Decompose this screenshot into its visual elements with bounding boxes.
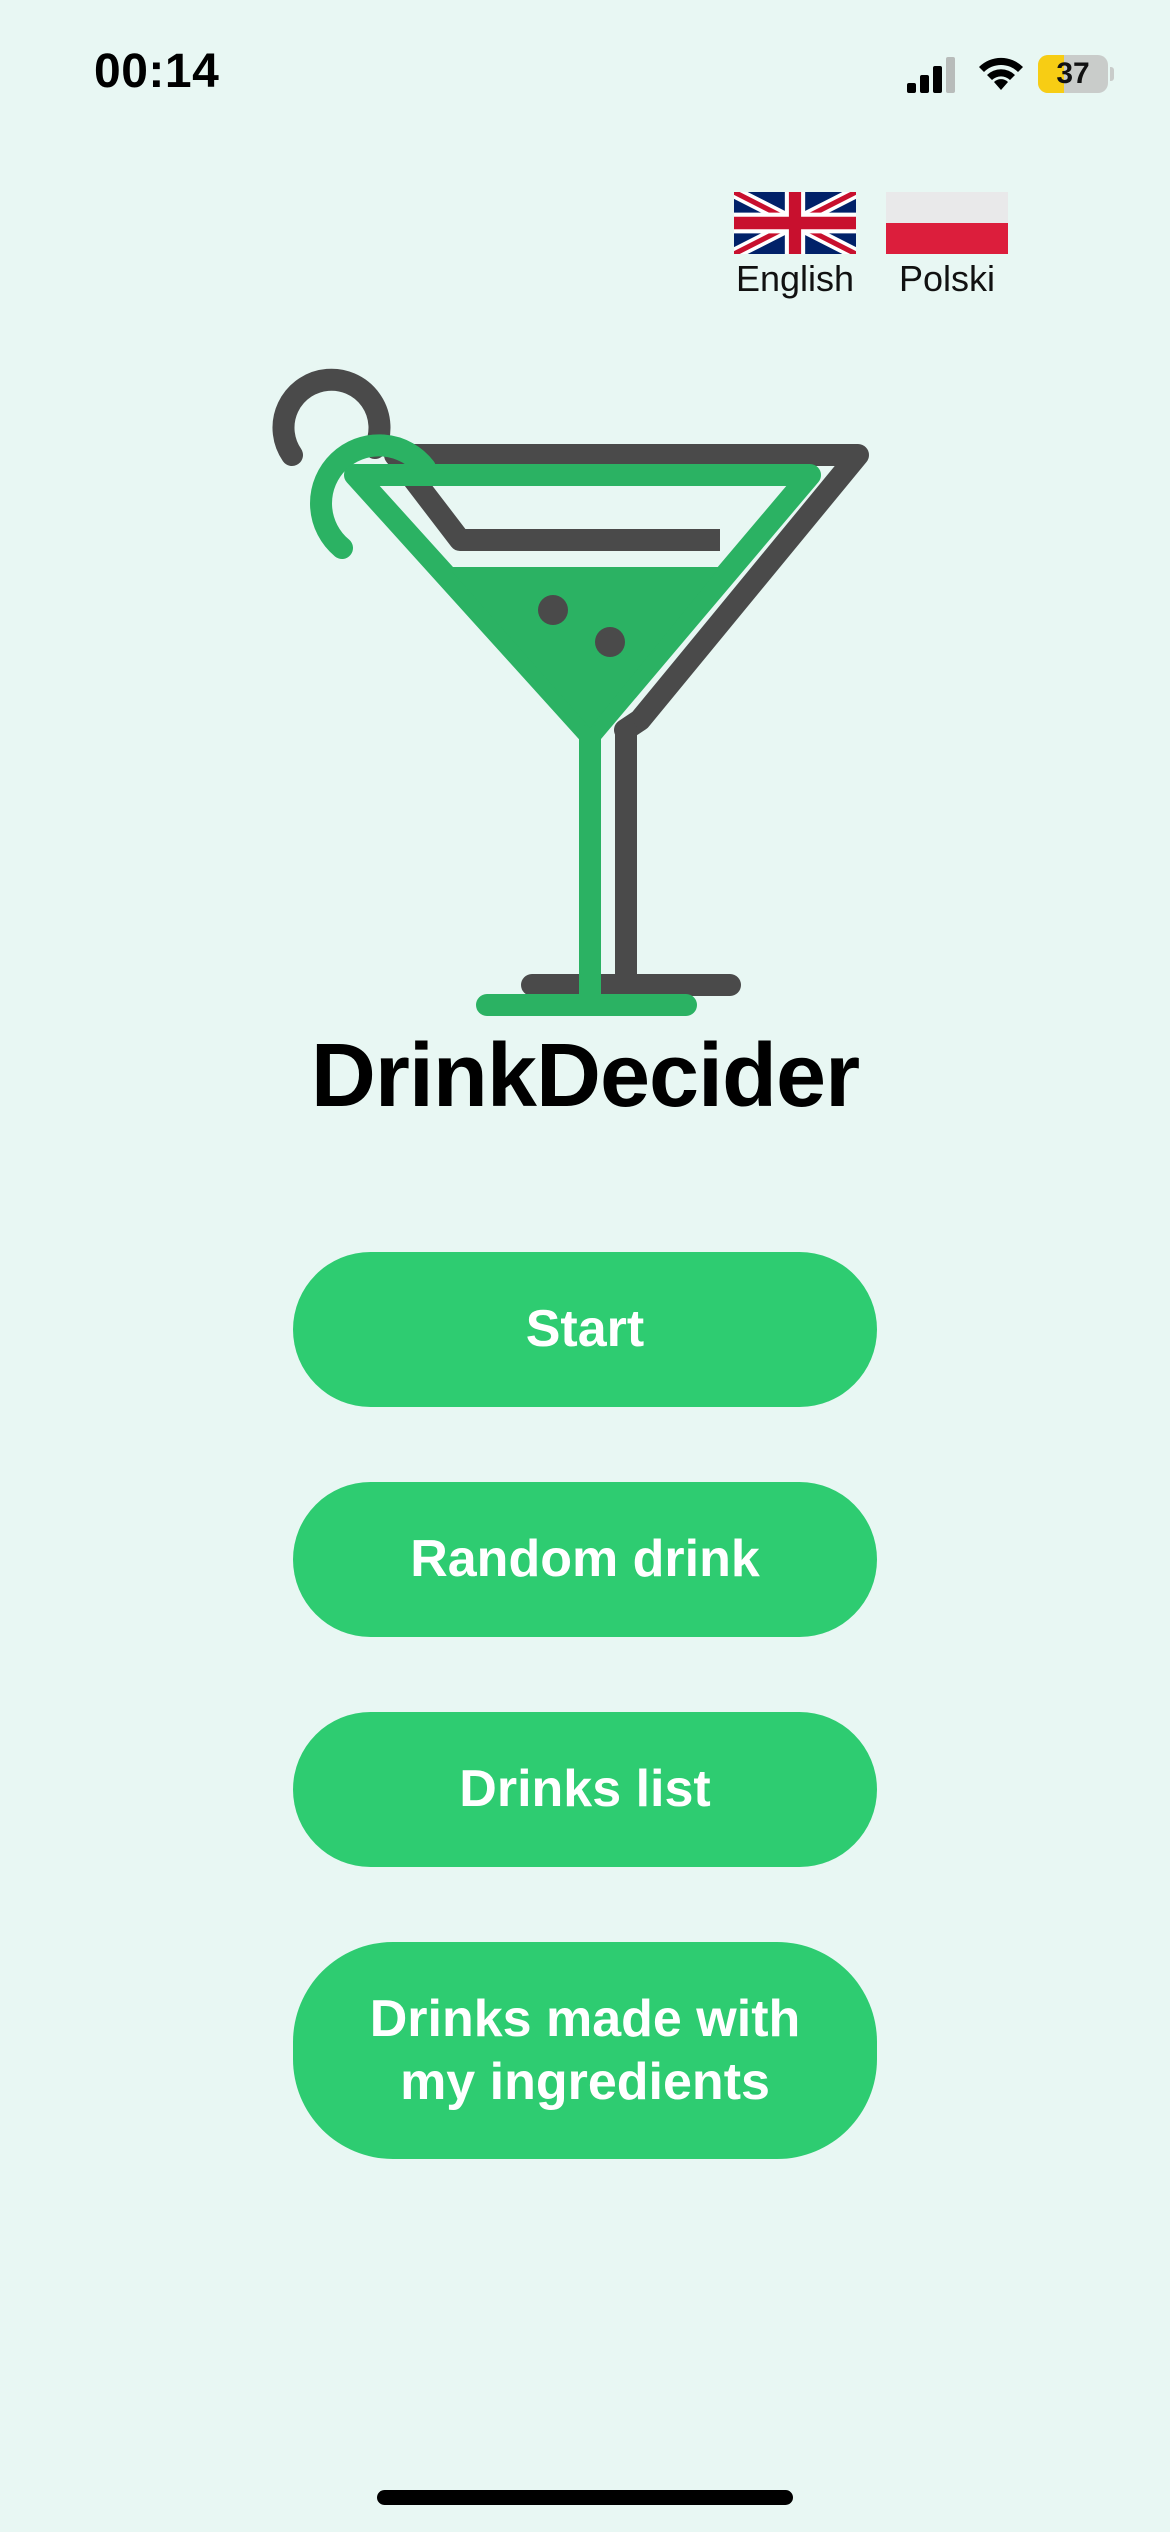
start-button-label: Start [525,1300,645,1359]
uk-flag-icon [734,192,856,254]
battery-level: 37 [1056,57,1090,90]
language-english-option[interactable]: English [725,192,865,300]
random-drink-button-label: Random drink [410,1530,760,1589]
language-english-label: English [735,258,855,299]
ingredients-button-label-line2: my ingredients [400,2052,770,2111]
wifi-icon [979,57,1023,90]
cellular-signal-icon [907,57,955,93]
battery-icon: 37 [1038,55,1114,93]
martini-glass-icon [272,368,869,1016]
status-bar: 00:14 37 [0,0,1170,150]
drinks-list-button[interactable]: Drinks list [293,1712,877,1867]
start-button[interactable]: Start [293,1252,877,1407]
poland-flag-icon [886,192,1008,254]
app-title: DrinkDecider [310,1026,860,1126]
status-time: 00:14 [94,45,220,98]
language-polish-option[interactable]: Polski [877,192,1017,300]
language-polish-label: Polski [898,258,996,299]
random-drink-button[interactable]: Random drink [293,1482,877,1637]
drinks-with-my-ingredients-button[interactable]: Drinks made with my ingredients [293,1942,877,2159]
drinks-list-button-label: Drinks list [459,1760,711,1819]
ingredients-button-label-line1: Drinks made with [369,1990,801,2049]
home-indicator[interactable] [377,2490,793,2505]
